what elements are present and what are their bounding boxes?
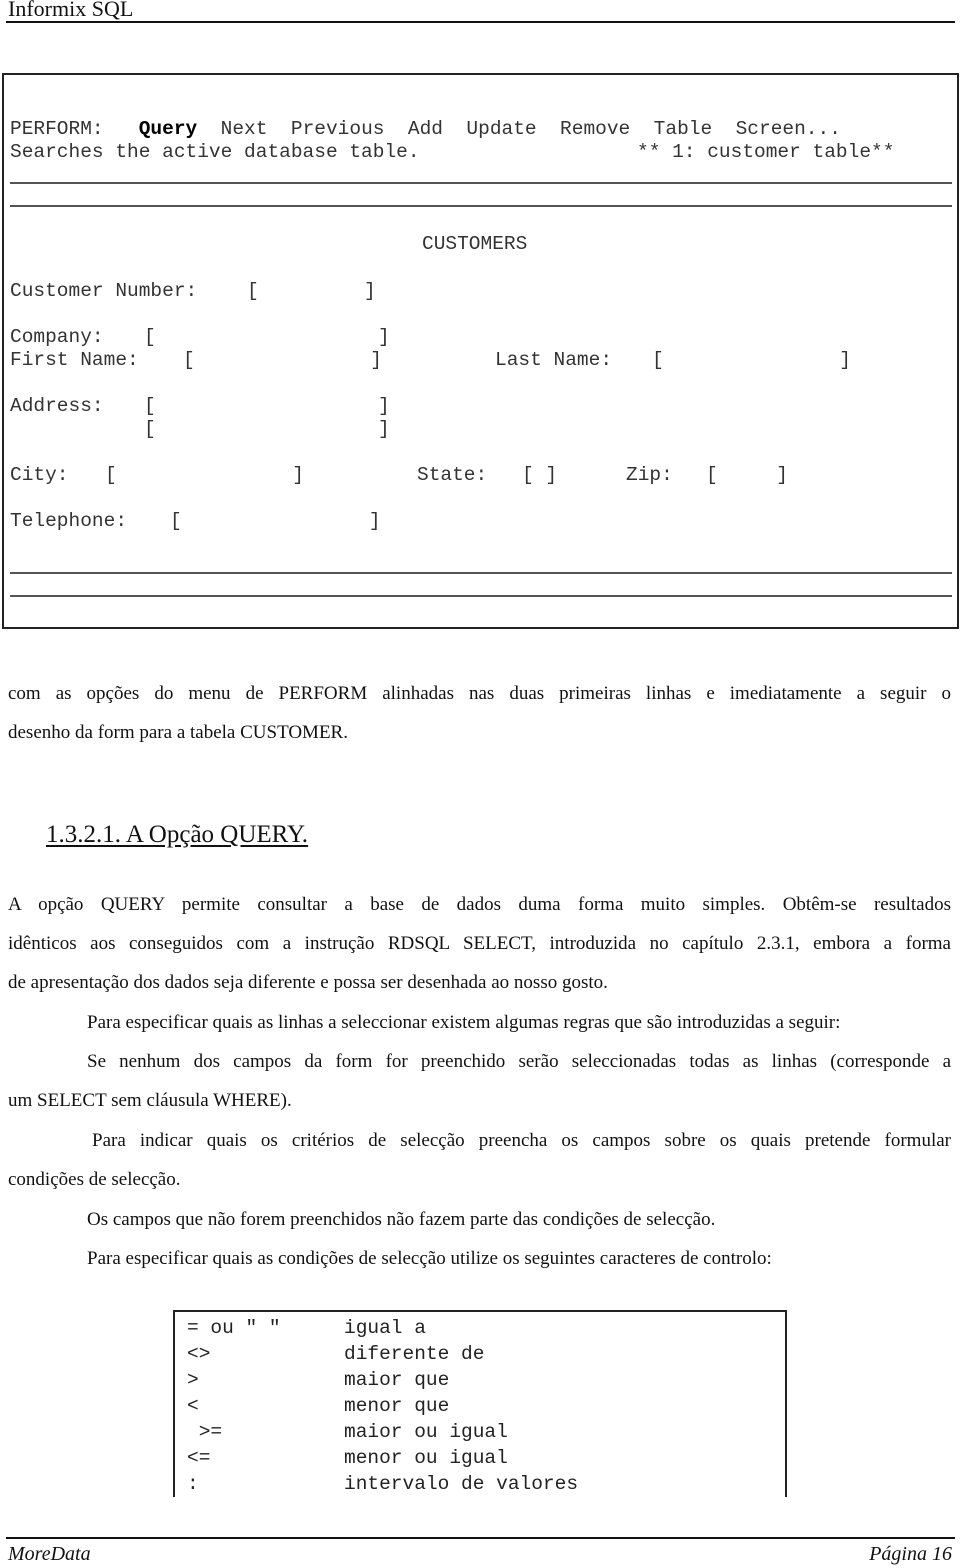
header-divider <box>6 21 955 23</box>
section-heading: 1.3.2.1. A Opção QUERY. <box>46 821 309 848</box>
city-label: City: <box>10 464 69 486</box>
table-row: > maior que <box>187 1367 449 1393</box>
screen-divider <box>10 572 952 574</box>
control-symbol: < <box>187 1395 199 1417</box>
table-row: >= maior ou igual <box>187 1419 508 1445</box>
table-indicator: ** 1: customer table** <box>637 141 895 163</box>
table-row: <= menor ou igual <box>187 1445 508 1471</box>
control-symbol: >= <box>187 1421 223 1443</box>
document-header-title: Informix SQL <box>8 0 134 21</box>
control-meaning: menor que <box>344 1395 450 1417</box>
table-row: : intervalo de valores <box>187 1471 578 1497</box>
telephone-label: Telephone: <box>10 510 128 532</box>
menu-item-add[interactable]: Add <box>408 118 443 140</box>
company-label: Company: <box>10 326 104 348</box>
form-title: CUSTOMERS <box>422 233 528 255</box>
paragraph-line: condições de selecção. <box>8 1169 181 1190</box>
first-name-field[interactable]: [ ] <box>183 349 382 372</box>
paragraph-line: Para especificar quais as condições de s… <box>87 1248 772 1269</box>
control-symbol: <> <box>187 1343 211 1365</box>
footer-company: MoreData <box>8 1543 91 1565</box>
company-field[interactable]: [ ] <box>144 326 390 349</box>
address-line1-field[interactable]: [ ] <box>144 395 390 418</box>
menu-item-next[interactable]: Next <box>221 118 268 140</box>
customer-number-field[interactable]: [ ] <box>247 280 376 303</box>
zip-field[interactable]: [ ] <box>706 464 788 487</box>
address-label: Address: <box>10 395 104 417</box>
control-meaning: intervalo de valores <box>344 1473 579 1495</box>
state-field[interactable]: [ ] <box>522 464 557 487</box>
control-symbol: > <box>187 1369 199 1391</box>
control-symbol: <= <box>187 1447 211 1469</box>
perform-menu-label: PERFORM: <box>10 118 104 140</box>
menu-item-table[interactable]: Table <box>654 118 713 140</box>
intro-paragraph-line: desenho da form para a tabela CUSTOMER. <box>8 722 348 743</box>
paragraph-line: Para especificar quais as linhas a selec… <box>87 1012 841 1033</box>
paragraph-line: idênticos aos conseguidos com a instruçã… <box>8 933 951 954</box>
screen-divider <box>10 205 952 207</box>
menu-item-remove[interactable]: Remove <box>560 118 630 140</box>
paragraph-line: de apresentação dos dados seja diferente… <box>8 972 608 993</box>
last-name-label: Last Name: <box>495 349 613 371</box>
state-label: State: <box>417 464 488 486</box>
table-row: = ou " " igual a <box>187 1315 426 1341</box>
telephone-field[interactable]: [ ] <box>170 510 381 533</box>
control-meaning: diferente de <box>344 1343 485 1365</box>
menu-item-query[interactable]: Query <box>139 118 198 140</box>
screen-divider <box>10 595 952 597</box>
paragraph-line: Para indicar quais os critérios de selec… <box>92 1130 951 1151</box>
control-symbol: = ou " " <box>187 1317 281 1339</box>
perform-screen: PERFORM: Query Next Previous Add Update … <box>2 73 959 629</box>
first-name-label: First Name: <box>10 349 139 371</box>
last-name-field[interactable]: [ ] <box>652 349 851 372</box>
zip-label: Zip: <box>626 464 673 486</box>
table-row: <> diferente de <box>187 1341 484 1367</box>
intro-paragraph-line: com as opções do menu de PERFORM alinhad… <box>8 683 951 704</box>
status-message: Searches the active database table. <box>10 141 420 163</box>
paragraph-line: um SELECT sem cláusula WHERE). <box>8 1090 292 1111</box>
control-meaning: menor ou igual <box>344 1447 508 1469</box>
screen-divider <box>10 182 952 184</box>
perform-menu-bar: PERFORM: Query Next Previous Add Update … <box>10 118 841 141</box>
paragraph-line: Se nenhum dos campos da form for preench… <box>87 1051 951 1072</box>
control-symbol: : <box>187 1473 199 1495</box>
menu-item-update[interactable]: Update <box>466 118 536 140</box>
menu-item-previous[interactable]: Previous <box>291 118 385 140</box>
table-row: < menor que <box>187 1393 449 1419</box>
customer-number-label: Customer Number: <box>10 280 198 302</box>
page-number: Página 16 <box>869 1543 952 1565</box>
paragraph-line: A opção QUERY permite consultar a base d… <box>8 894 951 915</box>
control-meaning: igual a <box>344 1317 426 1339</box>
menu-item-screen[interactable]: Screen... <box>736 118 841 140</box>
paragraph-line: Os campos que não forem preenchidos não … <box>87 1209 716 1230</box>
footer-divider <box>6 1537 955 1539</box>
control-meaning: maior que <box>344 1369 450 1391</box>
control-characters-table: = ou " " igual a <> diferente de > maior qu… <box>173 1310 787 1497</box>
control-meaning: maior ou igual <box>344 1421 508 1443</box>
city-field[interactable]: [ ] <box>105 464 304 487</box>
address-line2-field[interactable]: [ ] <box>144 418 390 441</box>
